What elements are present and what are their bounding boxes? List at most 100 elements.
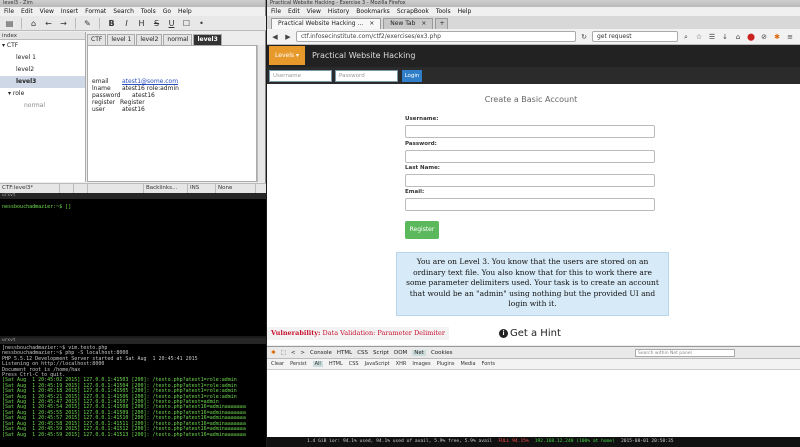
zim-page-editor[interactable]: email atest1@some.com lname atest16 role:a…: [87, 45, 257, 182]
noscript-icon[interactable]: ⊘: [759, 32, 769, 42]
forward-arrow-icon[interactable]: ▶: [283, 32, 293, 42]
firebug-tab-css[interactable]: CSS: [357, 350, 368, 356]
firebug-icon[interactable]: ✱: [772, 32, 782, 42]
index-item-level1[interactable]: level 1: [0, 52, 85, 64]
get-hint-button[interactable]: i Get a Hint: [499, 325, 561, 341]
backlinks-button[interactable]: Backlinks...: [144, 184, 188, 193]
zim-menu-go[interactable]: Go: [163, 7, 171, 16]
net-filter-xhr[interactable]: XHR: [396, 361, 407, 367]
zim-menu-tools[interactable]: Tools: [141, 7, 156, 16]
edit-pencil-icon[interactable]: ✎: [82, 18, 93, 29]
register-button[interactable]: Register: [405, 221, 439, 239]
vulnerability-label: Vulnerability:: [271, 329, 321, 337]
ff-menu-scrapbook[interactable]: ScrapBook: [397, 7, 429, 16]
menu-icon[interactable]: ≡: [785, 32, 795, 42]
zim-menu-edit[interactable]: Edit: [21, 7, 33, 16]
password-input[interactable]: [405, 150, 655, 163]
index-item-normal[interactable]: normal: [0, 100, 85, 112]
pathbar-level1[interactable]: level 1: [107, 34, 136, 45]
star-icon[interactable]: ☆: [694, 32, 704, 42]
close-icon[interactable]: ×: [421, 19, 426, 29]
pathbar-level2[interactable]: level2: [136, 34, 163, 45]
new-tab-button[interactable]: +: [435, 18, 449, 29]
adblock-icon[interactable]: ⬤: [746, 32, 756, 42]
highlight-icon[interactable]: H: [136, 18, 147, 29]
net-filter-images[interactable]: Images: [412, 361, 430, 367]
terminal-bottom[interactable]: urxvt [nessbouchadmazier:~$ vim.testo.ph…: [0, 338, 266, 447]
prev-icon[interactable]: <: [291, 350, 296, 356]
firebug-tab-cookies[interactable]: Cookies: [431, 350, 453, 356]
zim-menu-view[interactable]: View: [40, 7, 54, 16]
pathbar-normal[interactable]: normal: [163, 34, 193, 45]
ff-menu-help[interactable]: Help: [458, 7, 472, 16]
bookmarks-icon[interactable]: ☰: [707, 32, 717, 42]
net-clear-button[interactable]: Clear: [271, 361, 284, 367]
login-button[interactable]: Login: [402, 70, 422, 82]
close-icon[interactable]: ×: [369, 19, 374, 29]
bullet-list-icon[interactable]: •: [196, 18, 207, 29]
firebug-search-input[interactable]: Search within Net panel: [635, 349, 735, 357]
firebug-tab-console[interactable]: Console: [310, 350, 332, 356]
ff-menu-bookmarks[interactable]: Bookmarks: [356, 7, 390, 16]
ff-menu-edit[interactable]: Edit: [288, 7, 300, 16]
firebug-tab-html[interactable]: HTML: [337, 350, 352, 356]
italic-icon[interactable]: I: [121, 18, 132, 29]
net-filter-javascript[interactable]: JavaScript: [365, 361, 390, 367]
url-bar[interactable]: ctf.infosecinstitute.com/ctf2/exercises/…: [296, 31, 576, 42]
underline-icon[interactable]: U: [166, 18, 177, 29]
strikethrough-icon[interactable]: S: [151, 18, 162, 29]
email-input[interactable]: [405, 198, 655, 211]
email-link[interactable]: atest1@some.com: [122, 78, 178, 85]
firebug-tab-net[interactable]: Net: [412, 349, 426, 356]
net-filter-all[interactable]: All: [312, 361, 323, 367]
next-icon[interactable]: >: [300, 350, 305, 356]
net-filter-plugins[interactable]: Plugins: [437, 361, 455, 367]
firebug-tab-script[interactable]: Script: [373, 350, 389, 356]
index-item-ctf[interactable]: ▾ CTF: [0, 40, 85, 52]
zim-menu-insert[interactable]: Insert: [61, 7, 78, 16]
zim-menu-search[interactable]: Search: [113, 7, 134, 16]
index-toggle-icon[interactable]: ▤: [4, 18, 15, 29]
forward-arrow-icon[interactable]: →: [58, 18, 69, 29]
inspect-icon[interactable]: ⬚: [281, 350, 286, 356]
site-title[interactable]: Practical Website Hacking: [312, 45, 415, 67]
firebug-tab-dom[interactable]: DOM: [394, 350, 407, 356]
net-filter-fonts[interactable]: Fonts: [482, 361, 496, 367]
ff-menu-file[interactable]: File: [271, 7, 281, 16]
pathbar-ctf[interactable]: CTF: [87, 34, 107, 45]
back-arrow-icon[interactable]: ←: [43, 18, 54, 29]
home-icon[interactable]: ⌂: [733, 32, 743, 42]
index-item-level2[interactable]: level2: [0, 64, 85, 76]
zim-menu-file[interactable]: File: [4, 7, 14, 16]
bold-icon[interactable]: B: [106, 18, 117, 29]
login-username-input[interactable]: Username: [269, 70, 332, 82]
last-name-input[interactable]: [405, 174, 655, 187]
login-password-input[interactable]: Password: [335, 70, 398, 82]
checkbox-icon[interactable]: ☐: [181, 18, 192, 29]
ff-menu-tools[interactable]: Tools: [436, 7, 451, 16]
tab-new-tab[interactable]: New Tab ×: [383, 18, 434, 29]
home-icon[interactable]: ⌂: [28, 18, 39, 29]
zim-menu-format[interactable]: Format: [85, 7, 106, 16]
index-item-level3[interactable]: level3: [0, 76, 85, 88]
index-item-role[interactable]: ▾ role: [0, 88, 85, 100]
ff-menu-view[interactable]: View: [307, 7, 321, 16]
search-bar[interactable]: get request: [592, 31, 678, 42]
net-filter-media[interactable]: Media: [461, 361, 476, 367]
download-icon[interactable]: ↓: [720, 32, 730, 42]
zim-menu-help[interactable]: Help: [178, 7, 192, 16]
reload-icon[interactable]: ↻: [579, 32, 589, 42]
net-filter-html[interactable]: HTML: [329, 361, 343, 367]
firebug-icon[interactable]: ✱: [271, 350, 276, 356]
ff-menu-history[interactable]: History: [328, 7, 349, 16]
search-icon[interactable]: ⌕: [681, 32, 691, 42]
username-input[interactable]: [405, 125, 655, 138]
net-filter-css[interactable]: CSS: [349, 361, 359, 367]
back-arrow-icon[interactable]: ◀: [270, 32, 280, 42]
zim-page-scrollbar[interactable]: [257, 45, 265, 182]
tab-practical-website-hacking[interactable]: Practical Website Hacking ... ×: [271, 18, 382, 29]
terminal-top[interactable]: urxvt nessbouchadmazier:~$ []: [0, 193, 266, 336]
pathbar-level3[interactable]: level3: [193, 34, 222, 45]
net-persist-button[interactable]: Persist: [290, 361, 307, 367]
levels-dropdown-button[interactable]: Levels ▾: [269, 46, 305, 65]
